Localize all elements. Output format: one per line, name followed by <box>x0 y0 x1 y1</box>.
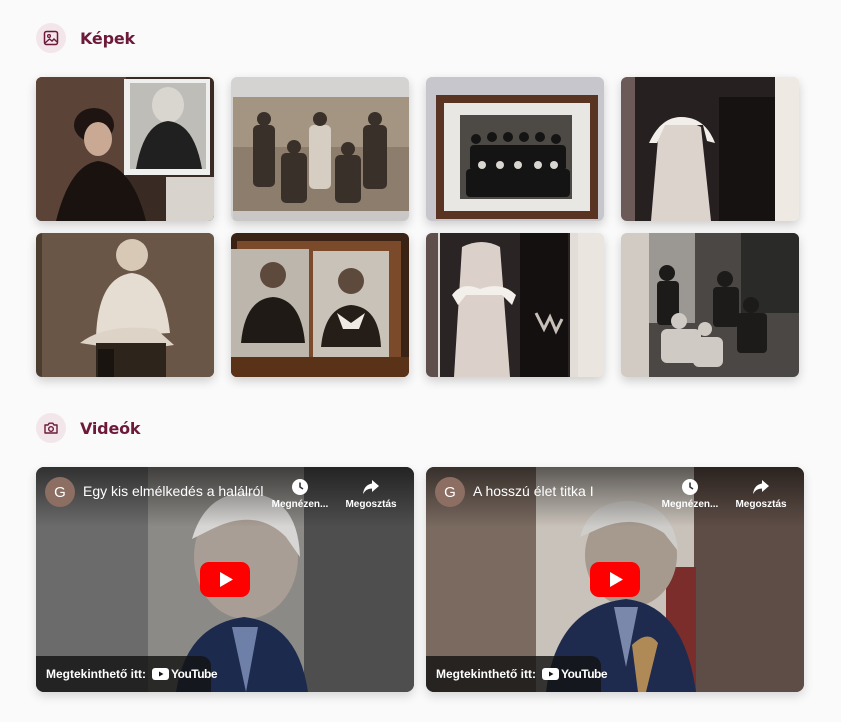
share-label: Megosztás <box>735 499 787 510</box>
images-section-header: Képek <box>36 23 135 53</box>
video-player[interactable]: G A hosszú élet titka I Megnézen... Mego… <box>426 467 804 692</box>
camera-icon <box>36 413 66 443</box>
video-title[interactable]: Egy kis elmélkedés a halálról <box>83 483 264 499</box>
clock-icon <box>267 477 333 497</box>
watch-on-youtube-link[interactable]: Megtekinthető itt: YouTube <box>36 656 218 692</box>
watch-later-label: Megnézen... <box>271 499 329 510</box>
video-title[interactable]: A hosszú élet titka I <box>473 483 594 499</box>
photo-7[interactable] <box>426 233 604 377</box>
share-icon <box>338 477 404 497</box>
watch-on-youtube-link[interactable]: Megtekinthető itt: YouTube <box>426 656 608 692</box>
photo-8[interactable] <box>621 233 799 377</box>
images-section-title: Képek <box>80 28 135 48</box>
share-button[interactable]: Megosztás <box>728 477 794 510</box>
videos-section-header: Videók <box>36 413 141 443</box>
channel-avatar[interactable]: G <box>435 477 465 507</box>
play-icon[interactable] <box>200 562 250 597</box>
image-icon <box>36 23 66 53</box>
watch-on-label: Megtekinthető itt: <box>436 667 536 681</box>
photo-2[interactable] <box>231 77 409 221</box>
watch-later-label: Megnézen... <box>661 499 719 510</box>
watch-on-label: Megtekinthető itt: <box>46 667 146 681</box>
video-player[interactable]: G Egy kis elmélkedés a halálról Megnézen… <box>36 467 414 692</box>
watch-later-button[interactable]: Megnézen... <box>657 477 723 510</box>
photo-1[interactable] <box>36 77 214 221</box>
share-button[interactable]: Megosztás <box>338 477 404 510</box>
youtube-icon <box>152 668 169 680</box>
videos-section-title: Videók <box>80 418 141 438</box>
share-icon <box>728 477 794 497</box>
photo-6[interactable] <box>231 233 409 377</box>
share-label: Megosztás <box>345 499 397 510</box>
play-icon[interactable] <box>590 562 640 597</box>
youtube-icon <box>542 668 559 680</box>
youtube-logo: YouTube <box>542 667 608 681</box>
photo-3[interactable] <box>426 77 604 221</box>
watch-later-button[interactable]: Megnézen... <box>267 477 333 510</box>
youtube-logo: YouTube <box>152 667 218 681</box>
channel-avatar[interactable]: G <box>45 477 75 507</box>
photo-4[interactable] <box>621 77 799 221</box>
clock-icon <box>657 477 723 497</box>
photo-5[interactable] <box>36 233 214 377</box>
